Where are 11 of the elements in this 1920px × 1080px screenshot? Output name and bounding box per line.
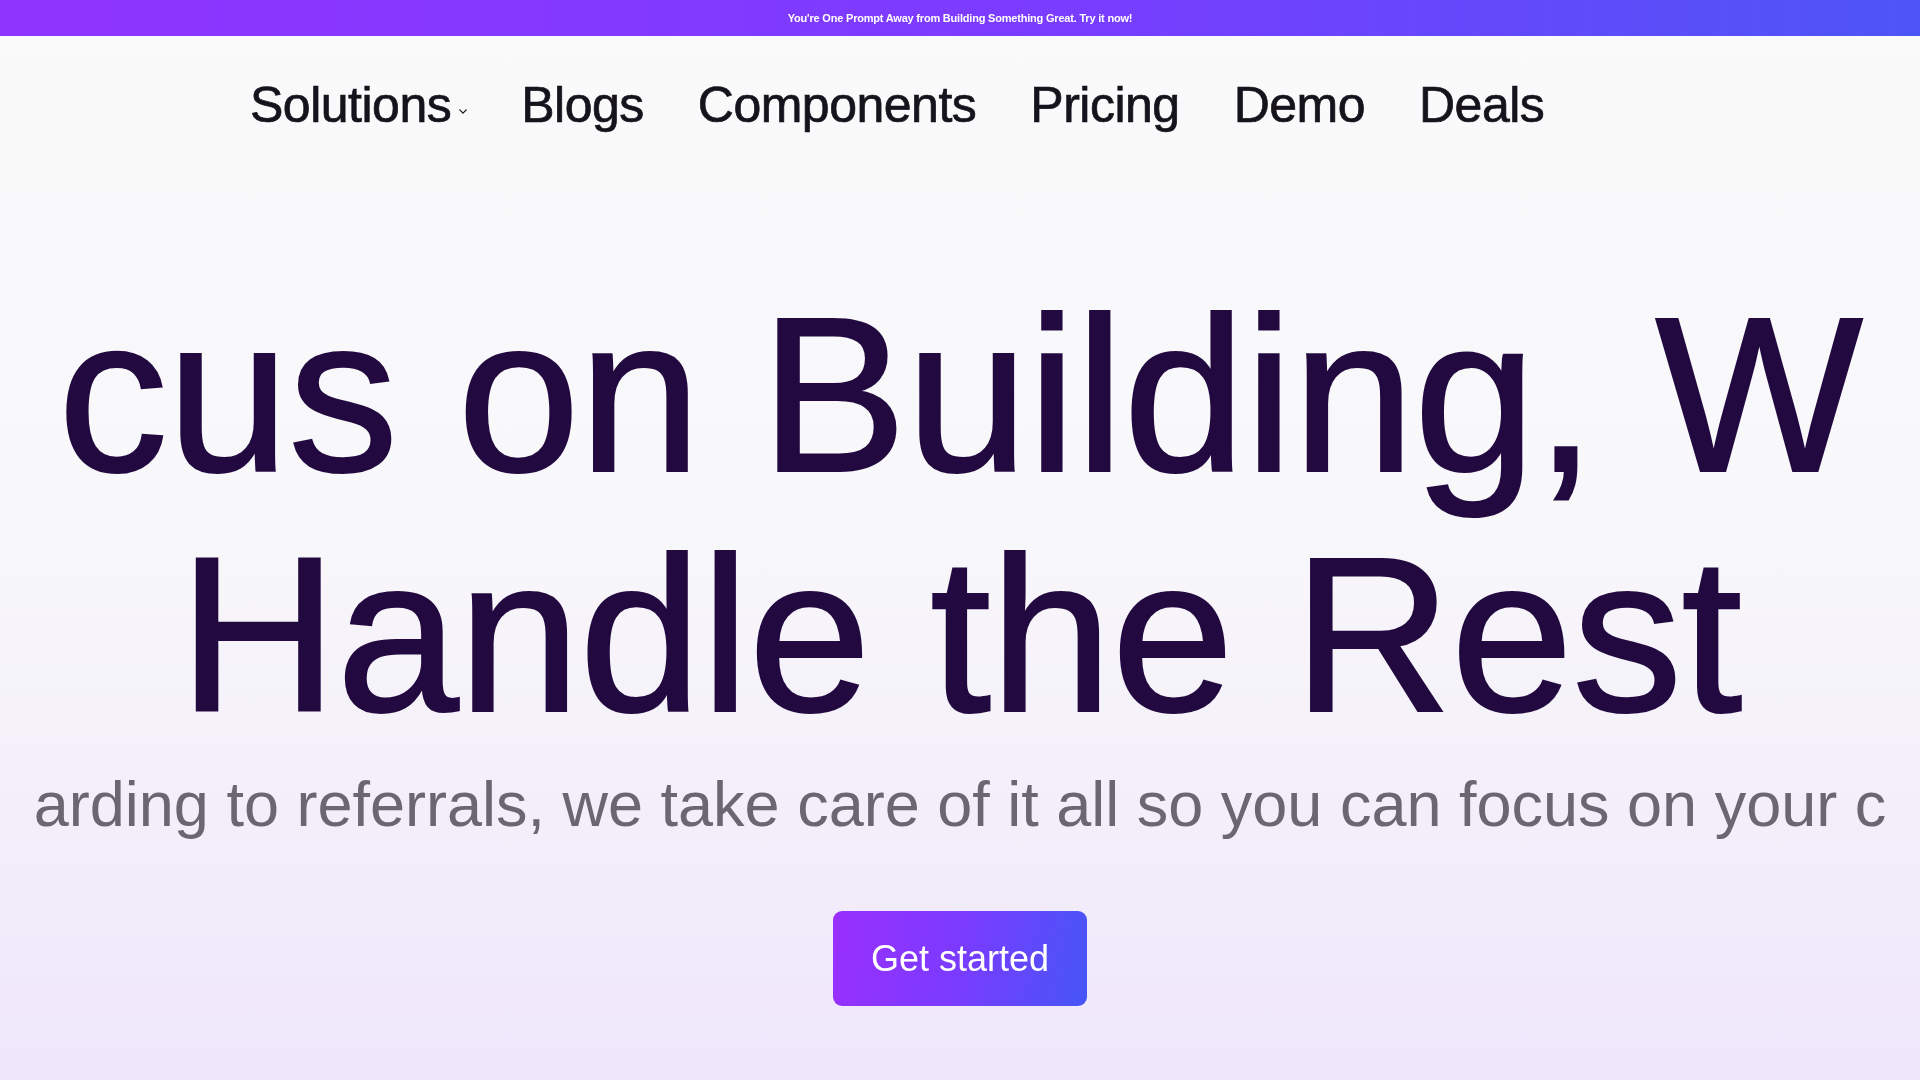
nav-link[interactable]: Blogs <box>521 75 644 135</box>
nav-link[interactable]: Components <box>697 75 977 135</box>
hero-subtitle: arding to referrals, we take care of it all so you can focus on your c <box>33 768 1887 841</box>
caret-icon <box>459 109 468 114</box>
nav-link[interactable]: Pricing <box>1030 75 1180 135</box>
announcement-link[interactable]: You're One Prompt Away from Building Something Great. Try it now! <box>787 9 1133 27</box>
nav-link[interactable]: Demo <box>1233 75 1365 135</box>
hero-heading: cus on Building, W <box>58 275 1862 515</box>
nav-link[interactable]: Deals <box>1419 75 1545 135</box>
nav-dropdown[interactable]: Solutions <box>250 75 468 135</box>
get-started-button[interactable]: Get started <box>833 911 1087 1006</box>
